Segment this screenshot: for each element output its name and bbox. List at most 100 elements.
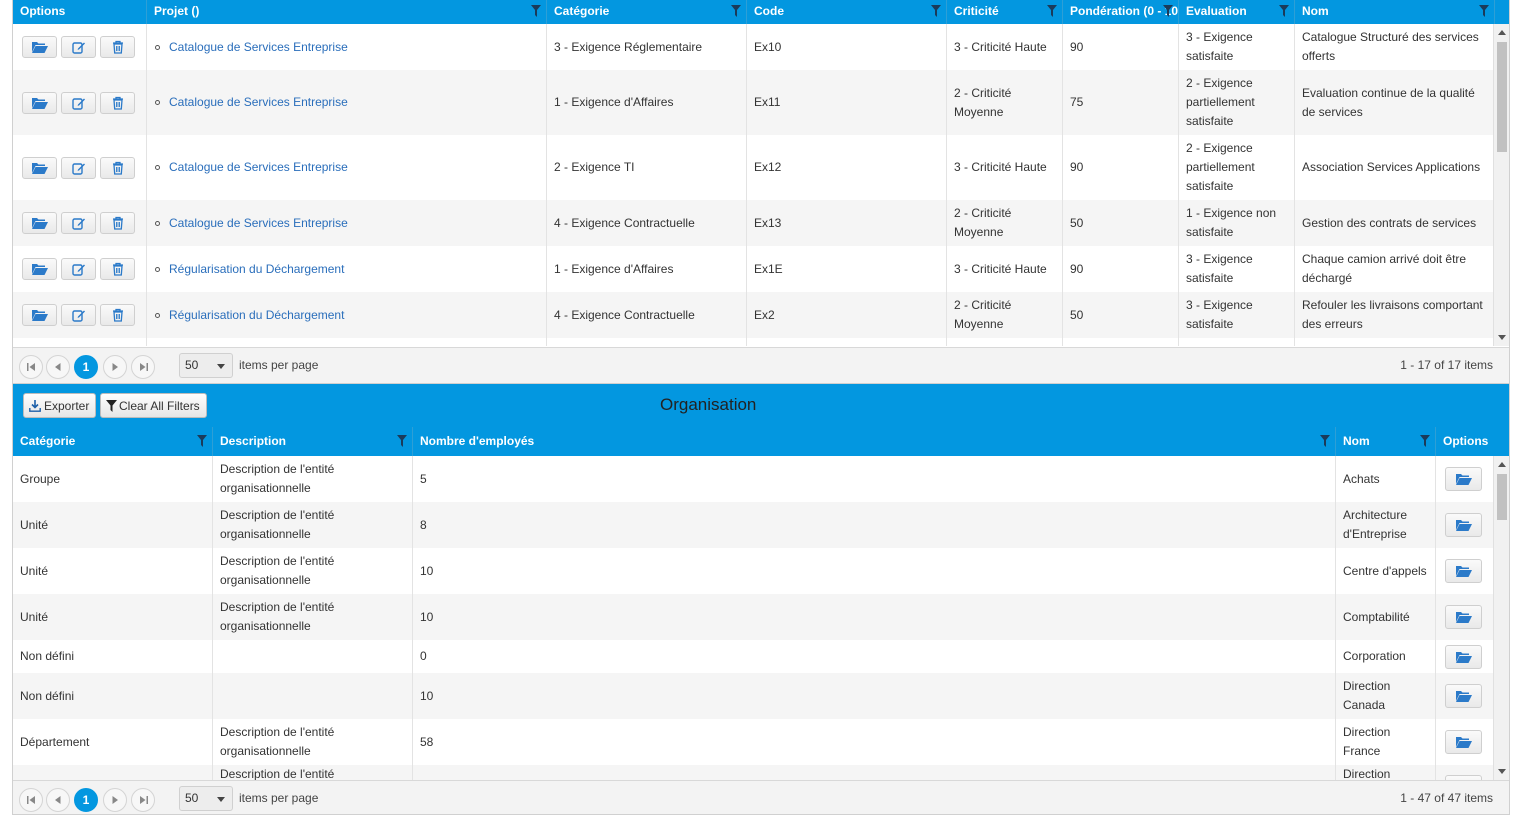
filter-icon[interactable] — [1047, 5, 1057, 17]
open-folder-button[interactable] — [22, 36, 57, 58]
edit-button[interactable] — [61, 212, 96, 234]
cell-projet[interactable]: Régularisation du Déchargement — [147, 246, 547, 292]
clear-filters-button[interactable]: Clear All Filters — [100, 393, 207, 418]
projet-link[interactable]: Catalogue de Services Entreprise — [169, 38, 348, 57]
scrollbar-thumb[interactable] — [1497, 474, 1507, 520]
vertical-scrollbar[interactable] — [1493, 24, 1509, 346]
open-folder-button[interactable] — [1445, 644, 1482, 669]
delete-button[interactable] — [100, 258, 135, 280]
open-folder-button[interactable] — [22, 304, 57, 326]
cell-projet[interactable]: Catalogue de Services Entreprise — [147, 70, 547, 135]
filter-icon[interactable] — [1320, 435, 1330, 447]
column-header-nom[interactable]: Nom — [1336, 427, 1436, 456]
projet-link[interactable]: Catalogue de Services Entreprise — [169, 214, 348, 233]
open-folder-button[interactable] — [1445, 730, 1482, 754]
column-header-nom[interactable]: Nom — [1295, 0, 1495, 24]
page-1-button[interactable]: 1 — [74, 788, 98, 812]
first-page-button[interactable] — [19, 788, 43, 812]
table-row[interactable]: Régularisation du Déchargement 1 - Exige… — [13, 246, 1495, 292]
table-row[interactable]: Régularisation du Déchargement 4 - Exige… — [13, 292, 1495, 338]
table-row[interactable]: Non défini 10 Direction Canada — [13, 673, 1495, 719]
projet-link[interactable]: Catalogue de Services Entreprise — [169, 158, 348, 177]
column-header-projet[interactable]: Projet () — [147, 0, 547, 24]
table-row[interactable]: Unité Description de l'entité organisati… — [13, 594, 1495, 640]
cell-description: Description de l'entité organisationnell… — [213, 502, 413, 548]
column-header-code[interactable]: Code — [747, 0, 947, 24]
open-folder-button[interactable] — [22, 91, 57, 114]
open-folder-button[interactable] — [22, 156, 57, 179]
column-header-categorie[interactable]: Catégorie — [13, 427, 213, 456]
open-folder-button[interactable] — [22, 212, 57, 234]
organisation-grid-body: Groupe Description de l'entité organisat… — [13, 456, 1495, 780]
edit-button[interactable] — [61, 156, 96, 179]
delete-button[interactable] — [100, 212, 135, 234]
column-header-employes[interactable]: Nombre d'employés — [413, 427, 1336, 456]
table-row[interactable]: Catalogue de Services Entreprise 4 - Exi… — [13, 200, 1495, 246]
projet-link[interactable]: Catalogue de Services Entreprise — [169, 93, 348, 112]
column-header-description[interactable]: Description — [213, 427, 413, 456]
prev-page-button[interactable] — [46, 355, 70, 379]
projet-link[interactable]: Régularisation du Déchargement — [169, 306, 344, 325]
column-header-criticite[interactable]: Criticité — [947, 0, 1063, 24]
table-row[interactable]: Unité Description de l'entité organisati… — [13, 548, 1495, 594]
delete-button[interactable] — [100, 36, 135, 58]
scrollbar-thumb[interactable] — [1497, 42, 1507, 152]
open-folder-button[interactable] — [22, 258, 57, 280]
cell-projet[interactable]: Catalogue de Services Entreprise — [147, 24, 547, 70]
table-row[interactable]: Département Description de l'entité orga… — [13, 719, 1495, 765]
cell-projet[interactable]: Régularisation du Déchargement — [147, 292, 547, 338]
next-page-button[interactable] — [103, 355, 127, 379]
open-folder-button[interactable] — [1445, 559, 1482, 583]
scroll-up-icon[interactable] — [1498, 462, 1506, 467]
table-row[interactable]: Catalogue de Services Entreprise 2 - Exi… — [13, 135, 1495, 200]
filter-icon[interactable] — [931, 5, 941, 17]
scroll-down-icon[interactable] — [1498, 769, 1506, 774]
filter-icon[interactable] — [531, 5, 541, 17]
table-row[interactable]: Catalogue de Services Entreprise 3 - Exi… — [13, 24, 1495, 70]
table-row[interactable]: Groupe Description de l'entité organisat… — [13, 456, 1495, 502]
cell-projet[interactable]: Catalogue de Services Entreprise — [147, 200, 547, 246]
filter-icon[interactable] — [1163, 5, 1173, 17]
open-folder-button[interactable] — [1445, 684, 1482, 708]
prev-page-button[interactable] — [46, 788, 70, 812]
delete-button[interactable] — [100, 91, 135, 114]
page-size-select[interactable]: 50 — [179, 786, 233, 811]
filter-icon[interactable] — [397, 435, 407, 447]
cell-ponderation: 90 — [1063, 246, 1179, 292]
next-page-button[interactable] — [103, 788, 127, 812]
edit-button[interactable] — [61, 258, 96, 280]
scroll-up-icon[interactable] — [1498, 30, 1506, 35]
open-folder-button[interactable] — [1445, 513, 1482, 537]
column-header-categorie[interactable]: Catégorie — [547, 0, 747, 24]
table-row[interactable]: Catalogue de Services Entreprise 1 - Exi… — [13, 70, 1495, 135]
vertical-scrollbar[interactable] — [1493, 456, 1509, 780]
filter-icon[interactable] — [197, 435, 207, 447]
page-1-button[interactable]: 1 — [74, 355, 98, 379]
table-row[interactable]: Non défini 0 Corporation — [13, 640, 1495, 673]
last-page-button[interactable] — [131, 355, 155, 379]
projet-link[interactable]: Régularisation du Déchargement — [169, 260, 344, 279]
table-row[interactable]: Description de l'entité Direction — [13, 765, 1495, 780]
page-size-select[interactable]: 50 — [179, 353, 233, 378]
first-page-button[interactable] — [19, 355, 43, 379]
open-folder-button[interactable] — [1445, 605, 1482, 629]
delete-button[interactable] — [100, 156, 135, 179]
edit-button[interactable] — [61, 304, 96, 326]
filter-icon[interactable] — [1479, 5, 1489, 17]
edit-button[interactable] — [61, 36, 96, 58]
column-header-evaluation[interactable]: Evaluation — [1179, 0, 1295, 24]
table-row[interactable] — [13, 338, 1495, 346]
export-button[interactable]: Exporter — [23, 393, 97, 418]
filter-icon[interactable] — [731, 5, 741, 17]
column-header-ponderation[interactable]: Pondération (0 - 100) — [1063, 0, 1179, 24]
delete-button[interactable] — [100, 304, 135, 326]
last-page-button[interactable] — [131, 788, 155, 812]
table-row[interactable]: Unité Description de l'entité organisati… — [13, 502, 1495, 548]
first-page-icon — [26, 363, 35, 371]
scroll-down-icon[interactable] — [1498, 335, 1506, 340]
filter-icon[interactable] — [1279, 5, 1289, 17]
open-folder-button[interactable] — [1445, 467, 1482, 491]
cell-projet[interactable]: Catalogue de Services Entreprise — [147, 135, 547, 200]
filter-icon[interactable] — [1420, 435, 1430, 447]
edit-button[interactable] — [61, 91, 96, 114]
